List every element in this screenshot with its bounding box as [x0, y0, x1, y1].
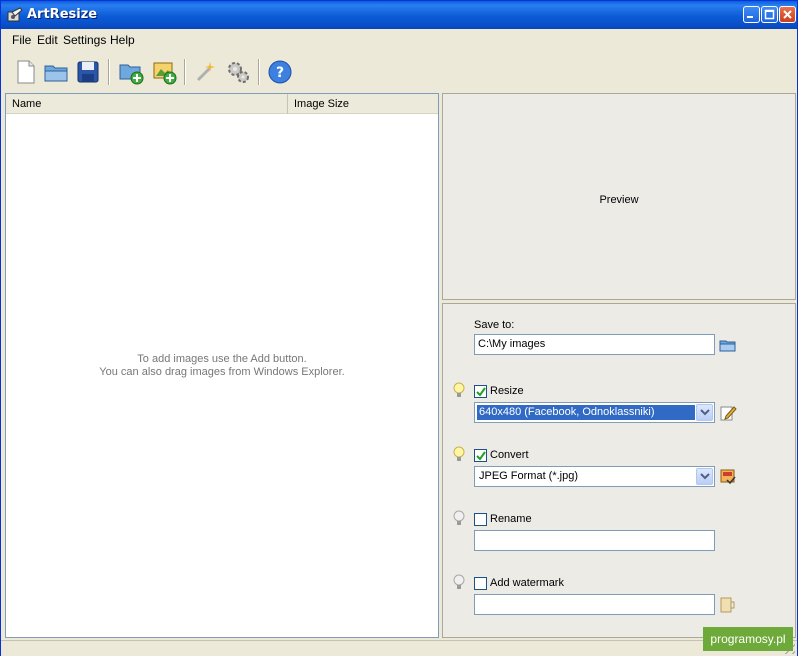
rename-field[interactable] — [474, 530, 715, 551]
minimize-button[interactable] — [743, 6, 760, 23]
maximize-button[interactable] — [761, 6, 778, 23]
add-folder-icon[interactable] — [116, 57, 146, 87]
menu-edit[interactable]: Edit — [37, 33, 58, 47]
watermark-checkbox[interactable] — [474, 577, 487, 590]
resize-checkbox[interactable] — [474, 385, 487, 398]
browse-folder-icon[interactable] — [719, 336, 737, 354]
list-header: Name Image Size — [6, 94, 438, 114]
convert-checkbox[interactable] — [474, 449, 487, 462]
options-panel: Save to: C:\My images Resize 640x480 (Fa… — [442, 303, 796, 638]
toolbar: ? — [1, 53, 797, 91]
close-button[interactable] — [779, 6, 796, 23]
save-to-field[interactable]: C:\My images — [474, 334, 715, 355]
settings-gears-icon[interactable] — [223, 57, 253, 87]
convert-format-value: JPEG Format (*.jpg) — [479, 470, 579, 482]
watermark-settings-icon[interactable] — [719, 596, 737, 614]
menu-help[interactable]: Help — [110, 33, 135, 47]
resize-label[interactable]: Resize — [490, 385, 524, 397]
watermark-field[interactable] — [474, 594, 715, 615]
watermark-bulb-icon — [453, 574, 465, 590]
rename-checkbox[interactable] — [474, 513, 487, 526]
convert-bulb-icon — [453, 446, 465, 462]
open-folder-icon[interactable] — [41, 57, 71, 87]
resize-preset-dropdown[interactable]: 640x480 (Facebook, Odnoklassniki) — [474, 402, 715, 423]
convert-format-dropdown[interactable]: JPEG Format (*.jpg) — [474, 466, 715, 487]
format-options-icon[interactable] — [719, 468, 737, 486]
magic-wand-icon[interactable] — [191, 57, 221, 87]
toolbar-separator — [108, 59, 110, 85]
toolbar-separator — [184, 59, 186, 85]
watermark-label[interactable]: Add watermark — [490, 577, 564, 589]
rename-label[interactable]: Rename — [490, 513, 532, 525]
preview-label: Preview — [599, 194, 639, 206]
svg-text:?: ? — [276, 65, 284, 81]
help-icon[interactable]: ? — [265, 57, 295, 87]
site-watermark-badge: programosy.pl — [703, 627, 793, 651]
dropdown-arrow-icon[interactable] — [696, 468, 713, 485]
save-icon[interactable] — [73, 57, 103, 87]
rename-bulb-icon — [453, 510, 465, 526]
image-list-panel[interactable]: Name Image Size To add images use the Ad… — [5, 93, 439, 638]
new-file-icon[interactable] — [11, 57, 41, 87]
add-image-icon[interactable] — [149, 57, 179, 87]
menu-settings[interactable]: Settings — [63, 33, 106, 47]
menu-file[interactable]: File — [12, 33, 31, 47]
dropdown-arrow-icon[interactable] — [696, 404, 713, 421]
app-window: ArtResize File Edit Settings Help ? Name… — [0, 0, 798, 656]
column-header-name[interactable]: Name — [6, 94, 288, 114]
title-bar[interactable]: ArtResize — [1, 1, 797, 29]
edit-preset-icon[interactable] — [719, 404, 737, 422]
preview-panel: Preview — [442, 93, 796, 300]
toolbar-separator — [258, 59, 260, 85]
empty-list-hint-line2: You can also drag images from Windows Ex… — [99, 366, 345, 378]
resize-preset-value: 640x480 (Facebook, Odnoklassniki) — [477, 405, 695, 420]
resize-bulb-icon — [453, 382, 465, 398]
app-logo-icon — [7, 7, 23, 23]
column-header-image-size[interactable]: Image Size — [288, 94, 438, 114]
window-title: ArtResize — [27, 7, 98, 22]
status-bar — [1, 640, 797, 656]
save-to-label: Save to: — [474, 319, 515, 331]
menu-bar: File Edit Settings Help — [1, 29, 797, 51]
convert-label[interactable]: Convert — [490, 449, 529, 461]
empty-list-hint-line1: To add images use the Add button. — [137, 353, 307, 365]
